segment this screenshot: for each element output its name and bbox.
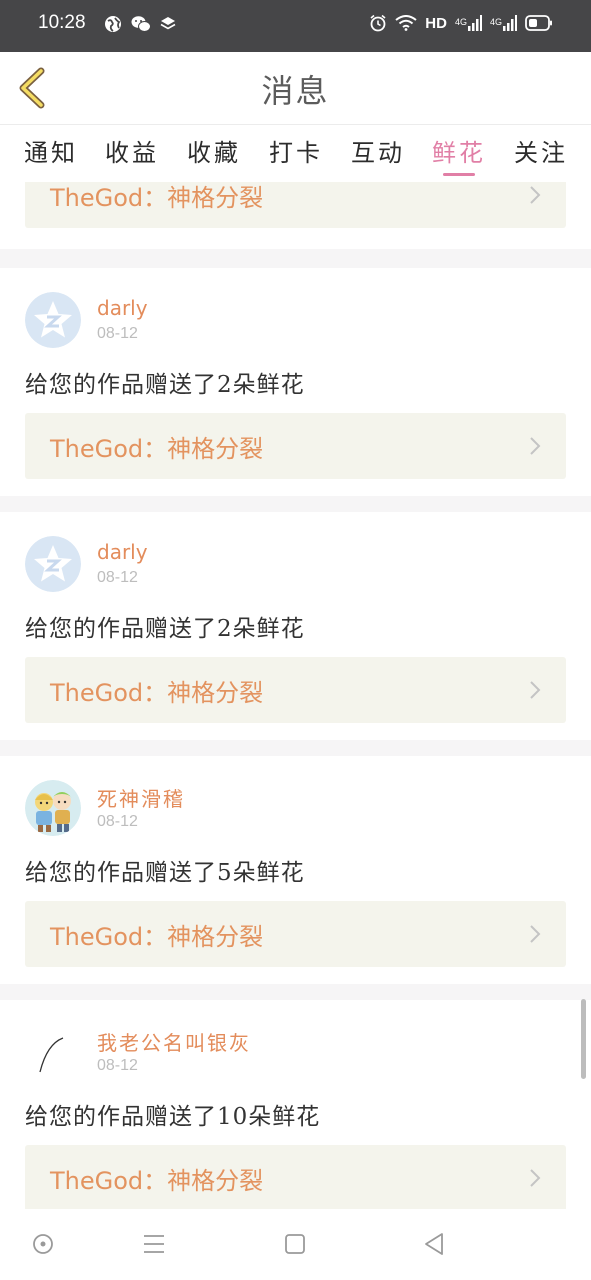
signal-icon — [503, 15, 517, 31]
tab-checkin[interactable]: 打卡 — [269, 133, 323, 168]
tab-earnings[interactable]: 收益 — [105, 133, 159, 168]
work-title: TheGod：神格分裂 — [50, 679, 264, 707]
header: 消息 — [0, 52, 591, 124]
work-link[interactable]: TheGod：神格分裂 — [25, 413, 566, 479]
avatar[interactable] — [25, 780, 81, 836]
default-avatar-icon — [25, 536, 81, 592]
home-button[interactable] — [280, 1229, 310, 1259]
list-item: darly 08-12 给您的作品赠送了2朵鲜花 TheGod：神格分裂 — [0, 268, 591, 496]
message-text: 给您的作品赠送了2朵鲜花 — [25, 616, 305, 642]
message-text: 给您的作品赠送了10朵鲜花 — [25, 1104, 321, 1130]
list-item: darly 08-12 给您的作品赠送了2朵鲜花 TheGod：神格分裂 — [0, 512, 591, 740]
wechat-icon — [131, 16, 151, 32]
active-tab-indicator — [443, 173, 475, 176]
work-link[interactable]: TheGod：神格分裂 — [25, 901, 566, 967]
list-item: TheGod：神格分裂 — [0, 182, 591, 249]
cartoon-avatar-icon — [25, 780, 81, 836]
alarm-icon — [370, 14, 386, 32]
wifi-icon — [395, 15, 417, 31]
avatar[interactable] — [25, 1024, 81, 1080]
avatar[interactable] — [25, 292, 81, 348]
battery-icon — [525, 15, 552, 31]
sender-name[interactable]: 我老公名叫银灰 — [97, 1027, 251, 1056]
triangle-back-icon — [425, 1233, 443, 1255]
status-bar: 10:28 HD 4G 4G — [0, 0, 591, 52]
work-title: TheGod：神格分裂 — [50, 1167, 264, 1195]
signal-icon — [467, 15, 482, 31]
message-date: 08-12 — [97, 1057, 138, 1074]
work-link[interactable]: TheGod：神格分裂 — [25, 657, 566, 723]
sender-name[interactable]: darly — [97, 540, 148, 564]
sketch-avatar-icon — [39, 1037, 64, 1073]
network-type-2: 4G — [489, 17, 502, 27]
chevron-right-icon — [530, 1169, 541, 1187]
tab-bar: 通知 收益 收藏 打卡 互动 鲜花 关注 — [0, 124, 591, 183]
menu-button[interactable] — [139, 1229, 169, 1259]
message-date: 08-12 — [97, 813, 138, 830]
layers-icon — [160, 17, 176, 30]
chevron-right-icon — [530, 437, 541, 455]
assistant-button[interactable] — [28, 1229, 58, 1259]
default-avatar-icon — [25, 292, 81, 348]
list-item: 我老公名叫银灰 08-12 给您的作品赠送了10朵鲜花 TheGod：神格分裂 — [0, 1000, 591, 1209]
tab-flowers[interactable]: 鲜花 — [432, 133, 486, 168]
work-link[interactable]: TheGod：神格分裂 — [25, 182, 566, 228]
avatar[interactable] — [25, 536, 81, 592]
hd-indicator: HD — [425, 14, 447, 32]
tab-favorites[interactable]: 收藏 — [187, 133, 241, 168]
back-nav-button[interactable] — [420, 1229, 450, 1259]
message-text: 给您的作品赠送了5朵鲜花 — [25, 860, 305, 886]
sender-name[interactable]: 死神滑稽 — [97, 783, 185, 812]
message-date: 08-12 — [97, 325, 138, 342]
work-title: TheGod：神格分裂 — [50, 435, 264, 463]
menu-icon — [144, 1235, 164, 1253]
circle-dot-icon — [33, 1234, 53, 1254]
scrollbar[interactable] — [581, 999, 586, 1079]
chevron-right-icon — [530, 681, 541, 699]
chevron-right-icon — [530, 925, 541, 943]
flower-message-list[interactable]: TheGod：神格分裂 darly 08-12 给您的作品赠送了2朵鲜花 The… — [0, 182, 591, 1209]
work-title: TheGod：神格分裂 — [50, 184, 264, 212]
tab-follows[interactable]: 关注 — [514, 133, 568, 168]
work-title: TheGod：神格分裂 — [50, 923, 264, 951]
status-time: 10:28 — [38, 12, 86, 33]
sender-name[interactable]: darly — [97, 296, 148, 320]
system-navigation-bar — [0, 1209, 591, 1280]
page-title: 消息 — [261, 72, 330, 110]
message-date: 08-12 — [97, 569, 138, 586]
message-text: 给您的作品赠送了2朵鲜花 — [25, 372, 305, 398]
chevron-right-icon — [530, 186, 541, 204]
square-icon — [285, 1234, 305, 1254]
globe-icon — [105, 16, 121, 32]
tab-interactions[interactable]: 互动 — [351, 133, 405, 168]
list-item: 死神滑稽 08-12 给您的作品赠送了5朵鲜花 TheGod：神格分裂 — [0, 756, 591, 984]
tab-notifications[interactable]: 通知 — [24, 133, 78, 168]
work-link[interactable]: TheGod：神格分裂 — [25, 1145, 566, 1209]
network-type-1: 4G — [454, 17, 467, 27]
